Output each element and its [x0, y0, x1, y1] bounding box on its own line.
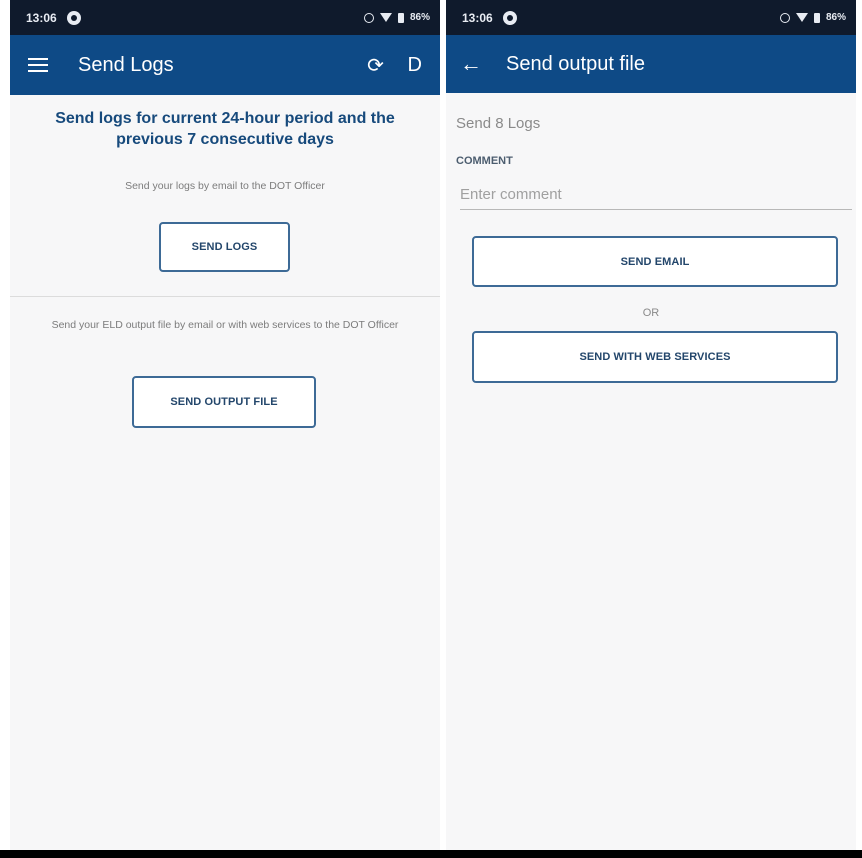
- status-bar: 13:06 86%: [446, 0, 856, 35]
- status-bar: 13:06 86%: [10, 0, 440, 35]
- send-output-file-button[interactable]: SEND OUTPUT FILE: [132, 376, 316, 428]
- or-separator: OR: [642, 307, 660, 319]
- notification-app-icon: [502, 10, 517, 25]
- email-hint-text: Send your logs by email to the DOT Offic…: [125, 180, 325, 192]
- battery-percent: 86%: [409, 12, 430, 23]
- wifi-icon: [379, 13, 392, 22]
- hamburger-menu-icon[interactable]: [28, 58, 48, 72]
- section-divider: [10, 296, 440, 297]
- status-indicators: 86%: [779, 12, 846, 23]
- status-time: 13:06: [462, 10, 493, 25]
- page-title: Send output file: [506, 52, 645, 75]
- navigation-bar: [0, 850, 862, 858]
- output-file-hint-text: Send your ELD output file by email or wi…: [51, 319, 399, 331]
- send-with-web-services-button[interactable]: SEND WITH WEB SERVICES: [472, 331, 838, 383]
- battery-icon: [397, 12, 404, 23]
- send-output-file-screen: 13:06 86% ← Send output file Send 8 Logs…: [446, 0, 856, 850]
- send-logs-screen: 13:06 86% Send Logs ⟳ D Send logs for cu…: [10, 0, 440, 850]
- driver-status-button[interactable]: D: [408, 54, 422, 77]
- notification-app-icon: [66, 10, 81, 25]
- send-email-button[interactable]: SEND EMAIL: [472, 236, 838, 287]
- status-indicators: 86%: [363, 12, 430, 23]
- data-saver-icon: [779, 12, 790, 23]
- back-arrow-icon[interactable]: ←: [460, 53, 482, 75]
- comment-input[interactable]: [460, 180, 852, 210]
- wifi-icon: [795, 13, 808, 22]
- battery-percent: 86%: [825, 12, 846, 23]
- page-title: Send Logs: [78, 53, 174, 76]
- sync-icon[interactable]: ⟳: [364, 53, 388, 78]
- app-bar: Send Logs ⟳ D: [10, 35, 440, 95]
- comment-label: COMMENT: [456, 155, 513, 167]
- app-bar: ← Send output file: [446, 35, 856, 93]
- send-logs-button[interactable]: SEND LOGS: [159, 222, 290, 272]
- data-saver-icon: [363, 12, 374, 23]
- battery-icon: [813, 12, 820, 23]
- send-count-text: Send 8 Logs: [456, 115, 541, 132]
- status-time: 13:06: [26, 10, 57, 25]
- send-logs-headline: Send logs for current 24-hour period and…: [55, 110, 395, 148]
